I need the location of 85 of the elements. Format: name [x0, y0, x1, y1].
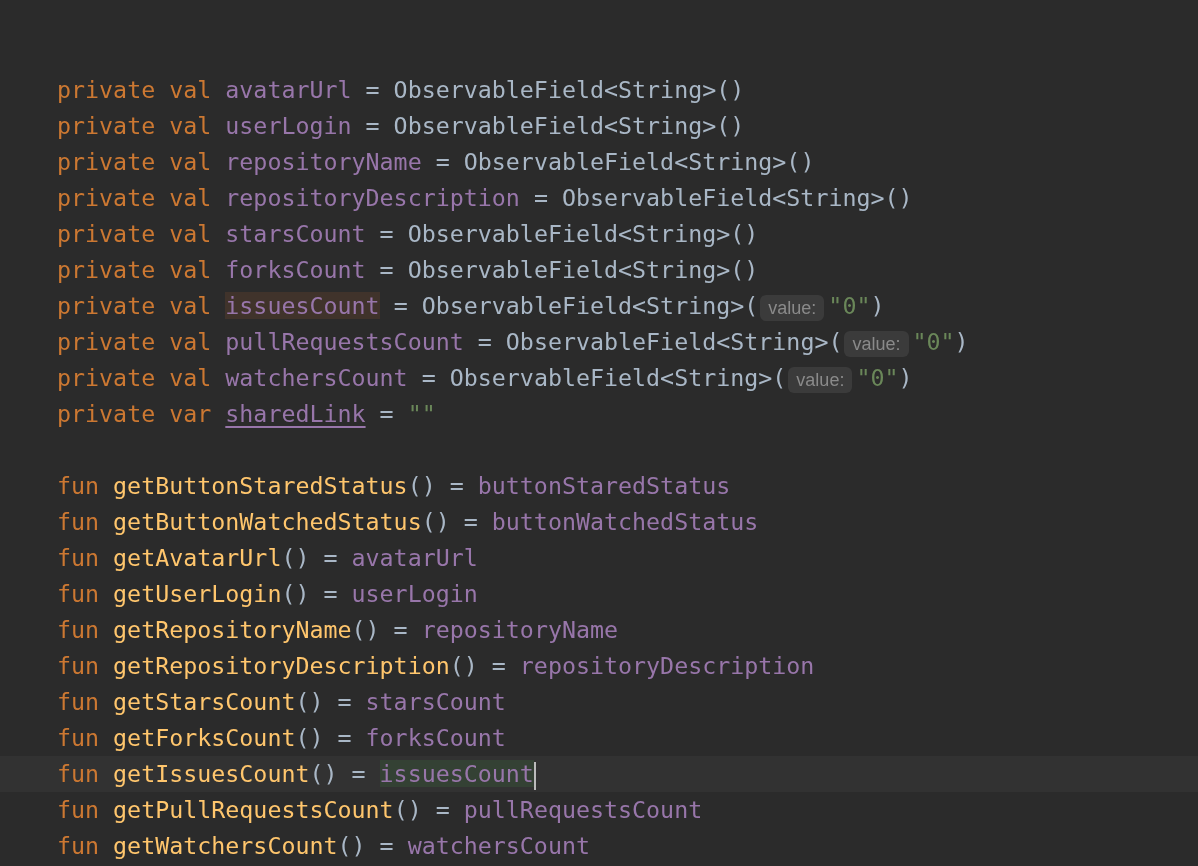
code-text: ) [898, 364, 913, 391]
parameter-hint: value: [844, 330, 909, 357]
code-text: = ObservableField<String>() [435, 148, 815, 175]
code-identifier: buttonWatchedStatus [491, 508, 759, 535]
code-string: "0" [912, 328, 955, 355]
code-keyword: fun [57, 652, 100, 679]
text-caret [533, 761, 536, 790]
code-keyword: private val [57, 76, 212, 103]
code-string: "0" [856, 364, 899, 391]
code-keyword: fun [57, 760, 100, 787]
code-identifier: pullRequestsCount [463, 796, 703, 823]
code-function: getStarsCount [113, 688, 296, 715]
code-text: ) [954, 328, 969, 355]
code-keyword: fun [57, 688, 100, 715]
code-text: = ObservableField<String>( [477, 328, 843, 355]
code-text: () = [393, 796, 450, 823]
code-text: () = [421, 508, 478, 535]
code-identifier: userLogin [225, 112, 352, 139]
code-string: "" [407, 400, 436, 427]
code-function: getButtonWatchedStatus [113, 508, 422, 535]
code-function: getWatchersCount [113, 832, 338, 859]
code-text: () = [295, 688, 352, 715]
code-identifier: avatarUrl [225, 76, 352, 103]
code-identifier: pullRequestsCount [225, 328, 464, 355]
code-keyword: fun [57, 580, 100, 607]
code-function: getAvatarUrl [113, 544, 282, 571]
code-text: () = [407, 472, 464, 499]
code-keyword: fun [57, 508, 100, 535]
code-text: () = [281, 580, 338, 607]
code-keyword: fun [57, 472, 100, 499]
code-function: getButtonStaredStatus [113, 472, 408, 499]
code-text: = ObservableField<String>() [365, 76, 745, 103]
code-text: = ObservableField<String>() [379, 220, 759, 247]
code-text: () = [295, 724, 352, 751]
code-text: = ObservableField<String>() [533, 184, 913, 211]
code-keyword: fun [57, 796, 100, 823]
code-function: getPullRequestsCount [113, 796, 394, 823]
code-keyword: private val [57, 364, 212, 391]
code-string: "0" [828, 292, 871, 319]
code-identifier: buttonStaredStatus [477, 472, 731, 499]
parameter-hint: value: [788, 366, 853, 393]
code-keyword: private val [57, 148, 212, 175]
code-text: = [379, 400, 394, 427]
code-identifier: forksCount [225, 256, 366, 283]
code-identifier: watchersCount [407, 832, 590, 859]
code-identifier: userLogin [351, 580, 478, 607]
code-identifier: forksCount [365, 724, 506, 751]
code-identifier: repositoryName [421, 616, 619, 643]
code-identifier: repositoryName [225, 148, 422, 175]
code-identifier: watchersCount [225, 364, 408, 391]
code-identifier: issuesCount [225, 292, 380, 319]
code-identifier: issuesCount [379, 760, 534, 787]
code-keyword: fun [57, 724, 100, 751]
code-text: () = [337, 832, 394, 859]
code-text: = ObservableField<String>( [421, 364, 787, 391]
code-keyword: fun [57, 544, 100, 571]
code-function: getRepositoryDescription [113, 652, 450, 679]
code-keyword: private val [57, 256, 212, 283]
code-text: ) [870, 292, 885, 319]
code-identifier: repositoryDescription [225, 184, 520, 211]
code-text: () = [309, 760, 366, 787]
code-text: () = [449, 652, 506, 679]
code-keyword: private var [57, 400, 212, 427]
code-keyword: fun [57, 832, 100, 859]
code-text: = ObservableField<String>() [365, 112, 745, 139]
code-keyword: private val [57, 220, 212, 247]
code-keyword: private val [57, 184, 212, 211]
code-text: () = [351, 616, 408, 643]
parameter-hint: value: [760, 294, 825, 321]
code-identifier: avatarUrl [351, 544, 478, 571]
code-keyword: private val [57, 328, 212, 355]
code-identifier: starsCount [365, 688, 506, 715]
code-function: getIssuesCount [113, 760, 310, 787]
code-text: = ObservableField<String>() [379, 256, 759, 283]
code-identifier: starsCount [225, 220, 366, 247]
code-text: () = [281, 544, 338, 571]
code-keyword: private val [57, 112, 212, 139]
code-text: = ObservableField<String>( [393, 292, 759, 319]
code-function: getRepositoryName [113, 616, 352, 643]
code-function: getForksCount [113, 724, 296, 751]
code-function: getUserLogin [113, 580, 282, 607]
code-keyword: private val [57, 292, 212, 319]
code-identifier: sharedLink [225, 400, 366, 427]
code-identifier: repositoryDescription [519, 652, 815, 679]
code-keyword: fun [57, 616, 100, 643]
